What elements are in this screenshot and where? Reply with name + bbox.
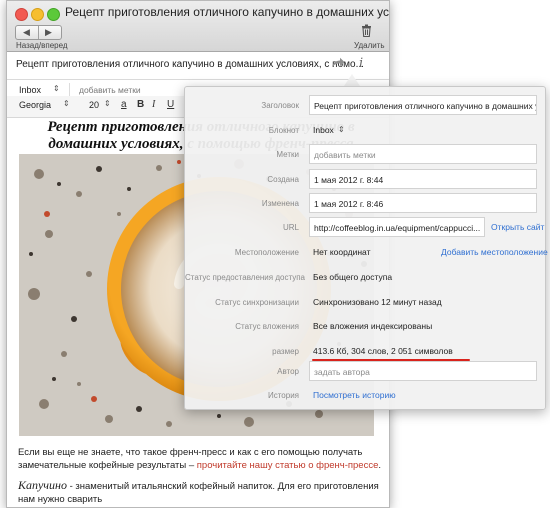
chevron-updown-icon: ⇕ xyxy=(63,99,70,108)
text-color-button[interactable]: a xyxy=(121,99,127,110)
share-icon[interactable] xyxy=(331,57,345,71)
info-label: Статус вложения xyxy=(235,322,299,331)
created-field[interactable]: 1 мая 2012 г. 8:44 xyxy=(309,169,537,189)
note-title-bar: Рецепт приготовления отличного капучино … xyxy=(7,52,389,80)
open-site-link[interactable]: Открыть сайт xyxy=(491,222,544,232)
font-selector[interactable]: Georgia xyxy=(19,100,51,110)
paragraph-end: . xyxy=(378,460,382,471)
emphasis-text: Капучино xyxy=(18,478,67,492)
note-paragraph-2: Капучино - знаменитый итальянский кофейн… xyxy=(18,479,384,506)
popover-arrow xyxy=(344,74,360,86)
info-label: Местоположение xyxy=(234,248,299,257)
info-row-sync: Статус синхронизации Синхронизовано 12 м… xyxy=(185,292,545,314)
close-window-button[interactable] xyxy=(15,8,28,21)
paragraph-text: - знаменитый итальянский кофейный напито… xyxy=(18,481,379,505)
info-label: Метки xyxy=(276,150,299,159)
delete-label: Удалить xyxy=(354,41,385,50)
note-info-panel: Заголовок Рецепт приготовления отличного… xyxy=(184,86,548,410)
info-label: URL xyxy=(282,223,299,232)
chevron-updown-icon: ⇕ xyxy=(53,84,60,93)
info-label: Заголовок xyxy=(261,101,299,110)
location-value: Нет координат xyxy=(313,247,371,257)
attachments-value: Все вложения индексированы xyxy=(313,321,433,331)
info-row-notebook: Блокнот Inbox ⇕ xyxy=(185,120,545,142)
bold-button[interactable]: B xyxy=(137,99,144,110)
info-row-created: Создана 1 мая 2012 г. 8:44 xyxy=(185,169,545,191)
info-row-history: История Посмотреть историю xyxy=(185,385,545,407)
info-row-size: размер 413.6 Кб, 304 слов, 2 051 символо… xyxy=(185,341,545,363)
note-title-field[interactable]: Рецепт приготовления отличного капучино … xyxy=(16,59,364,70)
note-paragraph-1: Если вы еще не знаете, что такое френч-п… xyxy=(18,446,384,472)
forward-icon[interactable]: ▶ xyxy=(45,26,52,39)
info-row-modified: Изменена 1 мая 2012 г. 8:46 xyxy=(185,193,545,215)
size-value: 413.6 Кб, 304 слов, 2 051 символов xyxy=(313,346,453,356)
info-label: Статус синхронизации xyxy=(215,298,299,307)
trash-icon[interactable] xyxy=(361,24,372,40)
window-title: Рецепт приготовления отличного капучино … xyxy=(65,5,390,19)
chevron-updown-icon: ⇕ xyxy=(338,125,345,134)
info-label: размер xyxy=(272,347,299,356)
author-field[interactable]: задать автора xyxy=(309,361,537,381)
underline-button[interactable]: U xyxy=(167,99,174,110)
info-row-sharing: Статус предоставления доступа Без общего… xyxy=(185,267,545,289)
sync-value: Синхронизовано 12 минут назад xyxy=(313,297,442,307)
zoom-window-button[interactable] xyxy=(47,8,60,21)
font-size-selector[interactable]: 20 xyxy=(89,100,99,110)
sharing-value: Без общего доступа xyxy=(313,272,393,282)
notebook-selector[interactable]: Inbox xyxy=(19,85,41,95)
tags-field[interactable]: добавить метки xyxy=(309,144,537,164)
article-link[interactable]: прочитайте нашу статью о френч-прессе xyxy=(197,460,379,471)
minimize-window-button[interactable] xyxy=(31,8,44,21)
info-row-title: Заголовок Рецепт приготовления отличного… xyxy=(185,95,545,117)
modified-field[interactable]: 1 мая 2012 г. 8:46 xyxy=(309,193,537,213)
nav-divider xyxy=(38,26,39,39)
title-bar: Рецепт приготовления отличного капучино … xyxy=(7,1,389,52)
info-label: Создана xyxy=(267,175,299,184)
tags-input[interactable]: добавить метки xyxy=(79,85,141,95)
info-row-author: Автор задать автора xyxy=(185,361,545,383)
back-icon[interactable]: ◀ xyxy=(23,26,30,39)
info-row-url: URL http://coffeeblog.in.ua/equipment/ca… xyxy=(185,217,545,239)
info-label: Автор xyxy=(277,367,299,376)
info-row-attachments: Статус вложения Все вложения индексирова… xyxy=(185,316,545,338)
info-row-tags: Метки добавить метки xyxy=(185,144,545,166)
info-icon[interactable]: i xyxy=(359,56,363,71)
info-label: Изменена xyxy=(261,199,299,208)
info-label: Блокнот xyxy=(268,126,299,135)
view-history-link[interactable]: Посмотреть историю xyxy=(313,390,396,400)
info-label: Статус предоставления доступа xyxy=(185,273,305,282)
back-forward-control: ◀ ▶ xyxy=(15,25,62,40)
add-location-link[interactable]: Добавить местоположение xyxy=(441,247,548,257)
info-label: История xyxy=(267,391,299,400)
info-row-location: Местоположение Нет координат Добавить ме… xyxy=(185,242,548,264)
notebook-selector[interactable]: Inbox xyxy=(313,125,334,135)
chevron-updown-icon: ⇕ xyxy=(104,99,111,108)
nav-label: Назад/вперед xyxy=(16,41,68,50)
italic-button[interactable]: I xyxy=(152,99,155,110)
title-field[interactable]: Рецепт приготовления отличного капучино … xyxy=(309,95,537,115)
url-field[interactable]: http://coffeeblog.in.ua/equipment/cappuc… xyxy=(309,217,485,237)
